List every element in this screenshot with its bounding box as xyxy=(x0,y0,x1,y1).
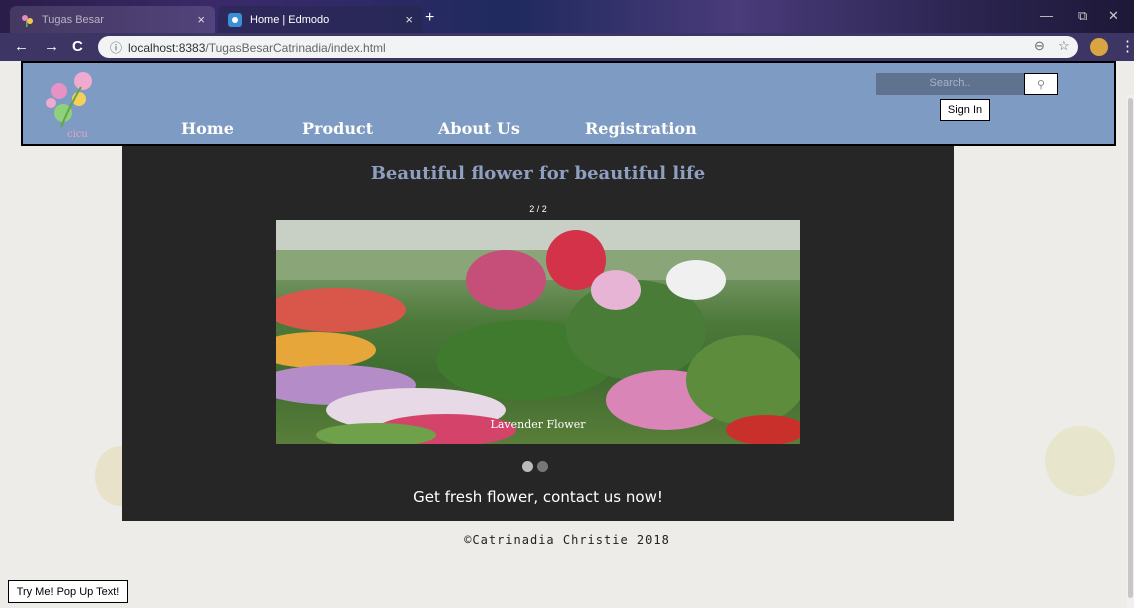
scrollbar-thumb[interactable] xyxy=(1128,98,1133,598)
nav-registration[interactable]: Registration xyxy=(585,119,697,138)
tab-edmodo[interactable]: Home | Edmodo × xyxy=(218,6,423,33)
logo-text: cicu xyxy=(67,129,88,140)
flower-logo[interactable] xyxy=(41,67,99,133)
new-tab-button[interactable]: + xyxy=(425,9,434,27)
address-bar-row: ← → C ⓘ localhost:8383/TugasBesarCatrinad… xyxy=(0,33,1134,61)
url-host: localhost:8383 xyxy=(128,41,206,55)
flower-garden-image xyxy=(276,220,800,444)
tab-close-icon[interactable]: × xyxy=(405,12,413,27)
popup-button[interactable]: Try Me! Pop Up Text! xyxy=(8,580,128,603)
slide-counter: 2 / 2 xyxy=(529,204,547,214)
back-button[interactable]: ← xyxy=(14,38,29,55)
site-header: cicu Home Product About Us Registration … xyxy=(21,61,1116,146)
edmodo-favicon-icon xyxy=(228,12,242,27)
background-flower-art xyxy=(1045,426,1115,496)
slide-dot-1[interactable] xyxy=(522,461,533,472)
nav-product[interactable]: Product xyxy=(302,119,373,138)
browser-tab-bar: Tugas Besar × Home | Edmodo × + — ⧉ ✕ xyxy=(0,0,1134,33)
slideshow-image[interactable]: Lavender Flower xyxy=(276,220,800,444)
slide-dot-2[interactable] xyxy=(537,461,548,472)
slide-caption: Lavender Flower xyxy=(490,418,586,431)
forward-button[interactable]: → xyxy=(44,38,59,55)
tab-label: Tugas Besar xyxy=(42,13,104,26)
search-icon: ⚲ xyxy=(1036,78,1046,91)
main-content: Beautiful flower for beautiful life 2 / … xyxy=(122,146,954,521)
tab-tugas-besar[interactable]: Tugas Besar × xyxy=(10,6,215,33)
info-icon[interactable]: ⓘ xyxy=(110,41,122,55)
browser-menu-icon[interactable]: ⋮ xyxy=(1120,37,1134,55)
restore-button[interactable]: ⧉ xyxy=(1078,8,1087,24)
nav-home[interactable]: Home xyxy=(181,119,234,138)
minimize-button[interactable]: — xyxy=(1040,8,1053,23)
url-field[interactable]: ⓘ localhost:8383/TugasBesarCatrinadia/ind… xyxy=(98,36,1078,58)
profile-avatar[interactable] xyxy=(1090,38,1108,56)
reload-button[interactable]: C xyxy=(72,38,83,55)
tab-label: Home | Edmodo xyxy=(250,13,330,26)
nav-about-us[interactable]: About Us xyxy=(438,119,520,138)
sign-in-button[interactable]: Sign In xyxy=(940,99,990,121)
search-input[interactable]: Search.. xyxy=(876,73,1024,95)
call-to-action: Get fresh flower, contact us now! xyxy=(413,488,663,506)
url-path: /TugasBesarCatrinadia/index.html xyxy=(205,41,386,55)
bookmark-star-icon[interactable]: ☆ xyxy=(1058,38,1070,54)
flower-favicon-icon xyxy=(20,13,34,27)
footer-copyright: ©Catrinadia Christie 2018 xyxy=(464,533,670,547)
slide-indicators xyxy=(522,459,552,477)
close-window-button[interactable]: ✕ xyxy=(1108,8,1119,24)
search-button[interactable]: ⚲ xyxy=(1024,73,1058,95)
zoom-icon[interactable]: ⊖ xyxy=(1034,38,1045,54)
tagline: Beautiful flower for beautiful life xyxy=(370,163,706,184)
tab-close-icon[interactable]: × xyxy=(197,12,205,27)
